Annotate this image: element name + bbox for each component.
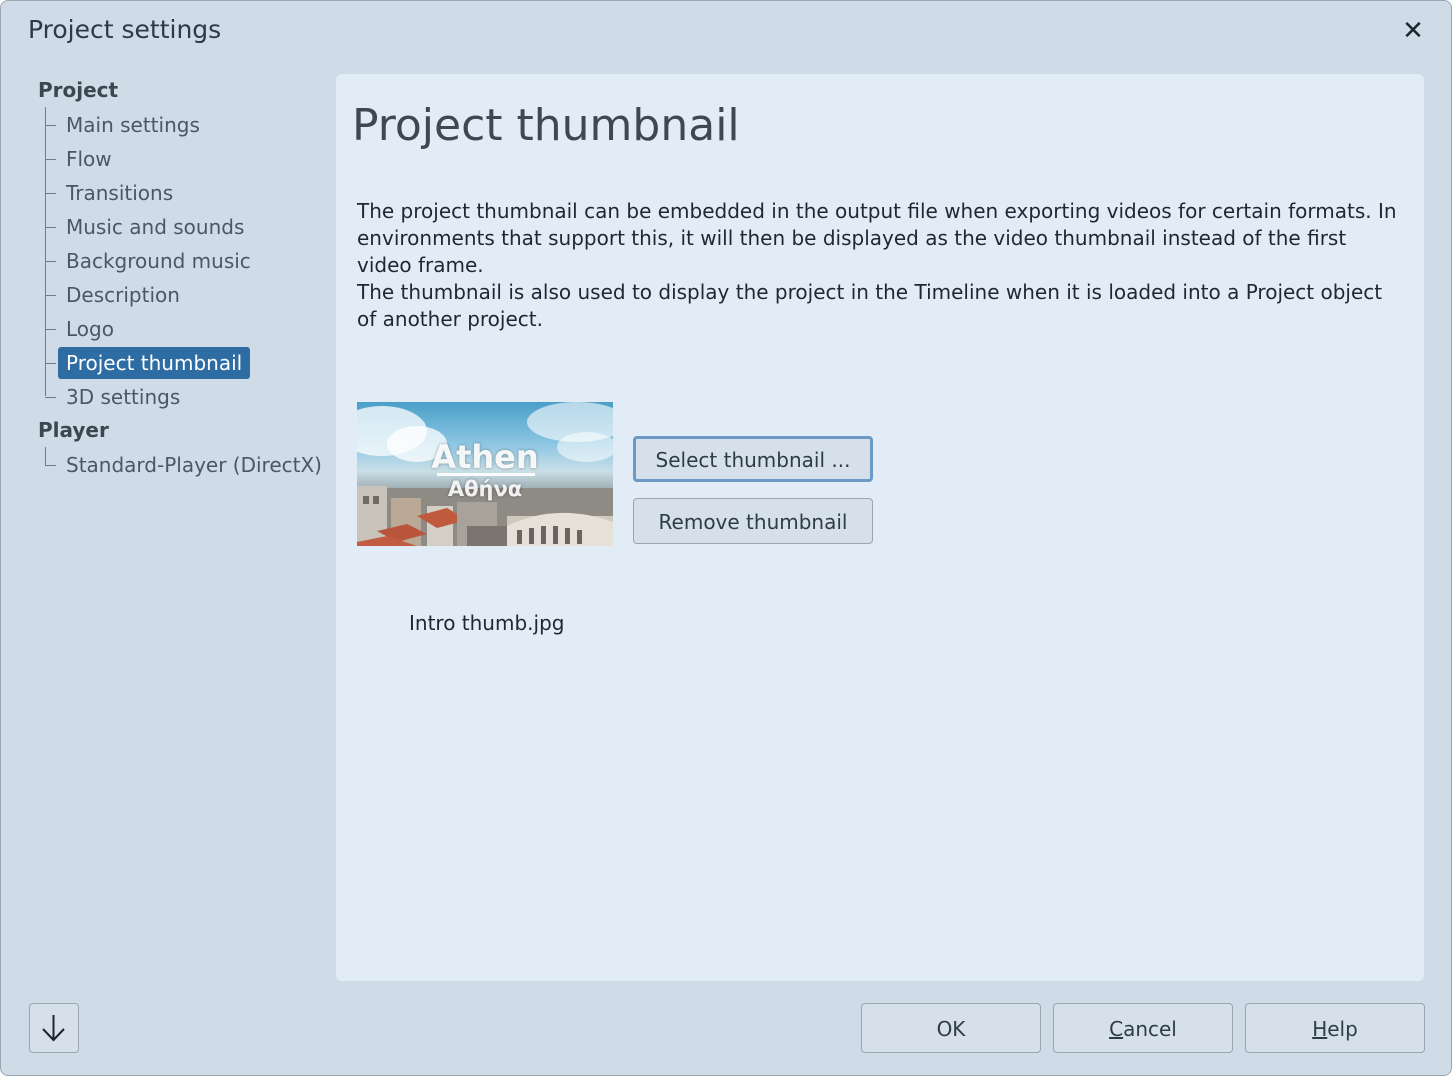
help-mnemonic: H bbox=[1312, 1017, 1328, 1041]
tree-group-project[interactable]: Project bbox=[38, 78, 118, 102]
dialog-title: Project settings bbox=[28, 15, 222, 44]
thumbnail-filename: Intro thumb.jpg bbox=[409, 611, 565, 635]
tree-item-transitions[interactable]: Transitions bbox=[58, 177, 181, 209]
help-button[interactable]: Help bbox=[1245, 1003, 1425, 1053]
tree-item-music-and-sounds[interactable]: Music and sounds bbox=[58, 211, 252, 243]
content-panel: Project thumbnail The project thumbnail … bbox=[336, 74, 1424, 981]
tree-item-project-thumbnail[interactable]: Project thumbnail bbox=[58, 347, 251, 379]
thumbnail-caption-1: Athen bbox=[431, 438, 539, 476]
cancel-label-rest: ancel bbox=[1123, 1017, 1177, 1041]
tree-item-logo[interactable]: Logo bbox=[58, 313, 122, 345]
project-settings-dialog: Project settings ✕ Project Main settings… bbox=[0, 0, 1452, 1076]
tree-item-main-settings[interactable]: Main settings bbox=[58, 109, 208, 141]
cancel-mnemonic: C bbox=[1109, 1017, 1124, 1041]
page-title: Project thumbnail bbox=[352, 100, 740, 151]
tree-item-background-music[interactable]: Background music bbox=[58, 245, 259, 277]
description-paragraph-1: The project thumbnail can be embedded in… bbox=[357, 199, 1397, 277]
tree-item-3d-settings[interactable]: 3D settings bbox=[58, 381, 188, 413]
tree-item-standard-player[interactable]: Standard-Player (DirectX) bbox=[58, 449, 330, 481]
remove-thumbnail-button[interactable]: Remove thumbnail bbox=[633, 498, 873, 544]
expand-down-button[interactable] bbox=[29, 1003, 79, 1053]
thumbnail-caption-2: Αθήνα bbox=[447, 477, 523, 501]
thumbnail-preview: Athen Αθήνα bbox=[357, 402, 613, 546]
tree-item-flow[interactable]: Flow bbox=[58, 143, 120, 175]
ok-button[interactable]: OK bbox=[861, 1003, 1041, 1053]
cancel-button[interactable]: Cancel bbox=[1053, 1003, 1233, 1053]
arrow-down-icon bbox=[42, 1015, 65, 1042]
help-label-rest: elp bbox=[1327, 1017, 1358, 1041]
tree-item-description[interactable]: Description bbox=[58, 279, 188, 311]
description-paragraph-2: The thumbnail is also used to display th… bbox=[357, 280, 1383, 331]
select-thumbnail-button[interactable]: Select thumbnail ... bbox=[633, 436, 873, 482]
tree-group-player[interactable]: Player bbox=[38, 418, 109, 442]
close-icon[interactable]: ✕ bbox=[1397, 15, 1429, 47]
description: The project thumbnail can be embedded in… bbox=[357, 198, 1397, 333]
